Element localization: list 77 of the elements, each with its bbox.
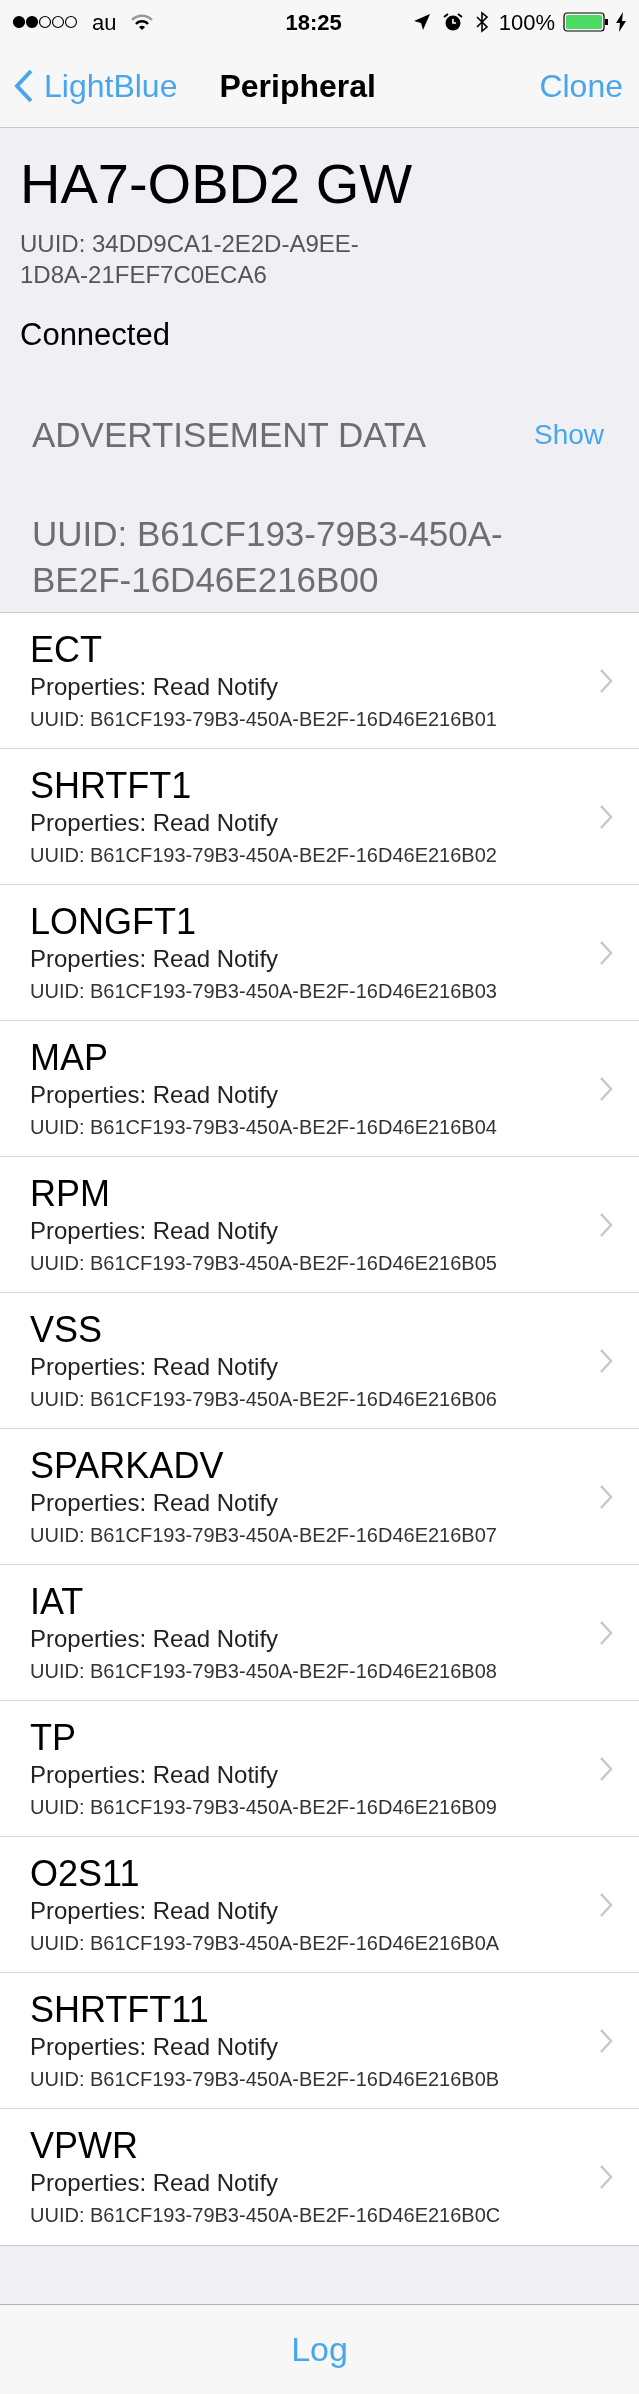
- characteristic-properties: Properties: Read Notify: [30, 807, 280, 838]
- chevron-right-icon: [599, 1075, 613, 1102]
- characteristic-properties: Properties: Read Notify: [30, 2031, 280, 2062]
- characteristic-properties: Properties: Read Notify: [30, 943, 280, 974]
- characteristic-uuid: UUID: B61CF193-79B3-450A-BE2F-16D46E216B0B: [30, 2066, 500, 2092]
- characteristic-name: ECT: [30, 628, 103, 671]
- chevron-right-icon: [599, 1891, 613, 1918]
- characteristic-uuid: UUID: B61CF193-79B3-450A-BE2F-16D46E216B06: [30, 1386, 497, 1412]
- chevron-right-icon: [599, 1619, 613, 1646]
- location-arrow-icon: [412, 13, 431, 31]
- characteristic-uuid: UUID: B61CF193-79B3-450A-BE2F-16D46E216B07: [30, 1522, 497, 1548]
- characteristic-row[interactable]: ECT Properties: Read Notify UUID: B61CF193-79B3-450A-BE2F-16D46E216B01: [0, 613, 639, 749]
- characteristic-row[interactable]: MAP Properties: Read Notify UUID: B61CF193-79B3-450A-BE2F-16D46E216B04: [0, 1021, 639, 1157]
- characteristic-uuid: UUID: B61CF193-79B3-450A-BE2F-16D46E216B08: [30, 1658, 497, 1684]
- characteristic-row[interactable]: SPARKADV Properties: Read Notify UUID: B61CF193-79B3-450A-BE2F-16D46E216B07: [0, 1429, 639, 1565]
- characteristic-properties: Properties: Read Notify: [30, 1759, 280, 1790]
- characteristic-properties: Properties: Read Notify: [30, 1895, 280, 1926]
- peripheral-name: HA7-OBD2 GW: [19, 152, 414, 216]
- signal-strength-icon: [12, 14, 78, 30]
- chevron-right-icon: [599, 939, 613, 966]
- characteristic-properties: Properties: Read Notify: [30, 1215, 280, 1246]
- chevron-right-icon: [599, 1755, 613, 1782]
- chevron-right-icon: [599, 2027, 613, 2054]
- characteristic-uuid: UUID: B61CF193-79B3-450A-BE2F-16D46E216B05: [30, 1250, 497, 1276]
- characteristic-row[interactable]: SHRTFT1 Properties: Read Notify UUID: B61CF193-79B3-450A-BE2F-16D46E216B02: [0, 749, 639, 885]
- characteristic-properties: Properties: Read Notify: [30, 1487, 280, 1518]
- connection-status: Connected: [19, 316, 171, 354]
- characteristic-row[interactable]: O2S11 Properties: Read Notify UUID: B61CF193-79B3-450A-BE2F-16D46E216B0A: [0, 1837, 639, 1973]
- characteristic-properties: Properties: Read Notify: [30, 1623, 280, 1654]
- characteristic-name: SHRTFT1: [30, 764, 193, 807]
- characteristic-name: VPWR: [30, 2125, 139, 2167]
- characteristic-row[interactable]: RPM Properties: Read Notify UUID: B61CF193-79B3-450A-BE2F-16D46E216B05: [0, 1157, 639, 1293]
- characteristic-row[interactable]: LONGFT1 Properties: Read Notify UUID: B61CF193-79B3-450A-BE2F-16D46E216B03: [0, 885, 639, 1021]
- service-uuid: UUID: B61CF193-79B3-450A-BE2F-16D46E216B00: [31, 513, 504, 601]
- characteristic-name: SHRTFT11: [30, 1988, 210, 2031]
- characteristic-properties: Properties: Read Notify: [30, 2168, 280, 2198]
- characteristic-uuid: UUID: B61CF193-79B3-450A-BE2F-16D46E216B03: [30, 978, 497, 1004]
- characteristic-row[interactable]: VPWR Properties: Read Notify UUID: B61CF193-79B3-450A-BE2F-16D46E216B0C: [0, 2109, 639, 2245]
- peripheral-uuid: UUID: 34DD9CA1-2E2D-A9EE-1D8A-21FEF7C0ECA6: [19, 229, 360, 290]
- characteristic-uuid: UUID: B61CF193-79B3-450A-BE2F-16D46E216B01: [30, 706, 497, 732]
- characteristic-uuid: UUID: B61CF193-79B3-450A-BE2F-16D46E216B04: [30, 1114, 497, 1140]
- characteristic-uuid: UUID: B61CF193-79B3-450A-BE2F-16D46E216B02: [30, 842, 497, 868]
- characteristic-row[interactable]: TP Properties: Read Notify UUID: B61CF193-79B3-450A-BE2F-16D46E216B09: [0, 1701, 639, 1837]
- characteristic-uuid: UUID: B61CF193-79B3-450A-BE2F-16D46E216B09: [30, 1794, 497, 1820]
- characteristic-name: IAT: [30, 1580, 85, 1623]
- characteristic-properties: Properties: Read Notify: [30, 1079, 280, 1110]
- characteristic-properties: Properties: Read Notify: [30, 1351, 280, 1382]
- characteristic-row[interactable]: SHRTFT11 Properties: Read Notify UUID: B61CF193-79B3-450A-BE2F-16D46E216B0B: [0, 1973, 639, 2109]
- chevron-right-icon: [599, 1347, 613, 1374]
- characteristic-row[interactable]: VSS Properties: Read Notify UUID: B61CF193-79B3-450A-BE2F-16D46E216B06: [0, 1293, 639, 1429]
- chevron-right-icon: [599, 667, 613, 694]
- chevron-right-icon: [599, 1211, 613, 1238]
- clock-time: 18:25: [284, 8, 342, 37]
- chevron-left-icon: [14, 67, 34, 104]
- characteristic-name: MAP: [30, 1036, 109, 1079]
- section-header: ADVERTISEMENT DATA: [32, 413, 427, 456]
- nav-title: Peripheral: [219, 66, 376, 106]
- carrier-name: au: [92, 8, 117, 37]
- characteristic-name: TP: [30, 1716, 77, 1759]
- characteristic-name: O2S11: [30, 1852, 141, 1895]
- battery-icon: [563, 12, 609, 32]
- wifi-icon: [130, 13, 155, 31]
- characteristic-uuid: UUID: B61CF193-79B3-450A-BE2F-16D46E216B0C: [30, 2203, 501, 2228]
- bluetooth-icon: [474, 11, 489, 33]
- characteristic-properties: Properties: Read Notify: [30, 671, 280, 702]
- characteristic-uuid: UUID: B61CF193-79B3-450A-BE2F-16D46E216B0A: [30, 1930, 500, 1956]
- chevron-right-icon: [599, 803, 613, 830]
- characteristic-name: RPM: [30, 1172, 111, 1215]
- charging-bolt-icon: [615, 12, 627, 32]
- characteristic-row[interactable]: IAT Properties: Read Notify UUID: B61CF193-79B3-450A-BE2F-16D46E216B08: [0, 1565, 639, 1701]
- chevron-right-icon: [599, 1483, 613, 1510]
- characteristic-name: SPARKADV: [30, 1444, 225, 1487]
- chevron-right-icon: [599, 2164, 613, 2190]
- alarm-clock-icon: [442, 12, 463, 32]
- characteristic-name: LONGFT1: [30, 900, 198, 943]
- battery-percentage: 100%: [498, 8, 555, 37]
- characteristic-name: VSS: [30, 1308, 104, 1351]
